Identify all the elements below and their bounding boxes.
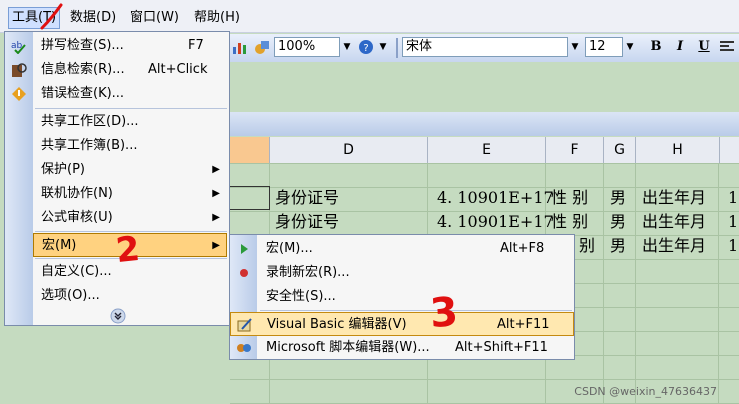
cell-d1[interactable]: 身份证号 (275, 187, 339, 209)
menu-separator (260, 310, 572, 311)
vb-editor-icon (237, 317, 253, 333)
menu-separator (35, 108, 227, 109)
menu-window[interactable]: 窗口(W) (130, 8, 179, 28)
cell-h3[interactable]: 出生年月 (642, 235, 706, 257)
help-dropdown-icon[interactable]: ▼ (376, 37, 390, 57)
script-editor-icon (236, 340, 252, 356)
annotation-mark-1 (40, 3, 63, 30)
submenu-arrow-icon: ▶ (212, 212, 220, 223)
menu-item-options[interactable]: 选项(O)... (5, 284, 229, 308)
submenu-item-macros[interactable]: 宏(M)... Alt+F8 (230, 237, 574, 261)
menu-item-formula-auditing[interactable]: 公式审核(U) ▶ (5, 206, 229, 230)
menu-item-research[interactable]: 信息检索(R)... Alt+Click (5, 58, 229, 82)
column-header-f[interactable]: F (546, 137, 604, 163)
formula-bar-area (230, 62, 739, 92)
cell-i2[interactable]: 1 (728, 211, 738, 233)
menu-item-online-collab[interactable]: 联机协作(N) ▶ (5, 182, 229, 206)
menu-help[interactable]: 帮助(H) (194, 8, 240, 28)
tools-menu: ab 拼写检查(S)... F7 信息检索(R)... Alt+Click 错误… (4, 31, 230, 326)
menu-item-shared-workspace[interactable]: 共享工作区(D)... (5, 110, 229, 134)
research-icon (11, 62, 27, 78)
formatting-toolbar: 100% ▼ ? ▼ 宋体 ▼ 12 ▼ B I U (230, 34, 739, 63)
column-header-d[interactable]: D (270, 137, 428, 163)
cell-e1[interactable]: 4. 10901E+17 (437, 187, 554, 209)
menu-item-spellcheck[interactable]: ab 拼写检查(S)... F7 (5, 34, 229, 58)
submenu-arrow-icon: ▶ (212, 188, 220, 199)
size-dropdown-icon[interactable]: ▼ (623, 37, 637, 57)
column-header-h[interactable]: H (636, 137, 720, 163)
submenu-arrow-icon: ▶ (212, 164, 220, 175)
column-header-g[interactable]: G (604, 137, 636, 163)
submenu-item-vb-editor[interactable]: Visual Basic 编辑器(V) Alt+F11 (230, 312, 574, 336)
cell-i1[interactable]: 1 (728, 187, 738, 209)
cell-h2[interactable]: 出生年月 (642, 211, 706, 233)
active-cell[interactable] (229, 186, 270, 210)
column-header-c[interactable] (230, 137, 270, 163)
menu-item-error-check[interactable]: 错误检查(K)... (5, 82, 229, 106)
font-size-field[interactable]: 12 (585, 37, 623, 57)
cell-f2[interactable]: 性 别 (551, 211, 588, 233)
submenu-item-script-editor[interactable]: Microsoft 脚本编辑器(W)... Alt+Shift+F11 (230, 336, 574, 360)
svg-text:?: ? (363, 43, 368, 54)
chevron-double-down-icon[interactable] (110, 308, 126, 324)
spellcheck-icon: ab (11, 38, 27, 55)
menu-data[interactable]: 数据(D) (70, 8, 116, 28)
error-check-icon (11, 86, 27, 102)
cell-i3[interactable]: 1 (728, 235, 738, 257)
annotation-number-3: 3 (428, 289, 460, 337)
menu-item-share-workbook[interactable]: 共享工作簿(B)... (5, 134, 229, 158)
submenu-arrow-icon: ▶ (212, 240, 220, 251)
watermark: CSDN @weixin_47636437 (574, 385, 717, 398)
menu-bar: 工具(T) 数据(D) 窗口(W) 帮助(H) (0, 0, 739, 33)
cell-g2[interactable]: 男 (610, 211, 626, 233)
font-dropdown-icon[interactable]: ▼ (568, 37, 582, 57)
insert-chart-icon[interactable] (232, 39, 248, 55)
cell-g1[interactable]: 男 (610, 187, 626, 209)
menu-item-protection[interactable]: 保护(P) ▶ (5, 158, 229, 182)
column-header-i[interactable] (720, 137, 739, 163)
annotation-number-2: 2 (113, 228, 142, 272)
font-name-field[interactable]: 宋体 (402, 37, 568, 57)
macro-submenu: 宏(M)... Alt+F8 录制新宏(R)... 安全性(S)... Visu… (229, 234, 575, 360)
align-left-icon[interactable] (720, 40, 734, 54)
column-header-row: D E F G H (230, 137, 739, 164)
cell-g3[interactable]: 男 (610, 235, 626, 257)
italic-button[interactable]: I (670, 37, 690, 57)
help-icon[interactable]: ? (358, 39, 374, 55)
column-header-e[interactable]: E (428, 137, 546, 163)
drawing-icon[interactable] (254, 39, 270, 55)
cell-d2[interactable]: 身份证号 (275, 211, 339, 233)
cell-f3[interactable]: 别 (579, 235, 595, 257)
underline-button[interactable]: U (694, 37, 714, 57)
submenu-item-security[interactable]: 安全性(S)... (230, 285, 574, 309)
play-icon (236, 241, 252, 257)
zoom-dropdown-icon[interactable]: ▼ (340, 37, 354, 57)
cell-e2[interactable]: 4. 10901E+17 (437, 211, 554, 233)
sheet-toolbar-band (230, 112, 739, 136)
submenu-item-record-macro[interactable]: 录制新宏(R)... (230, 261, 574, 285)
zoom-field[interactable]: 100% (274, 37, 340, 57)
bold-button[interactable]: B (646, 37, 666, 57)
record-icon (236, 265, 252, 281)
cell-h1[interactable]: 出生年月 (642, 187, 706, 209)
cell-f1[interactable]: 性 别 (551, 187, 588, 209)
toolbar-divider (396, 38, 398, 58)
